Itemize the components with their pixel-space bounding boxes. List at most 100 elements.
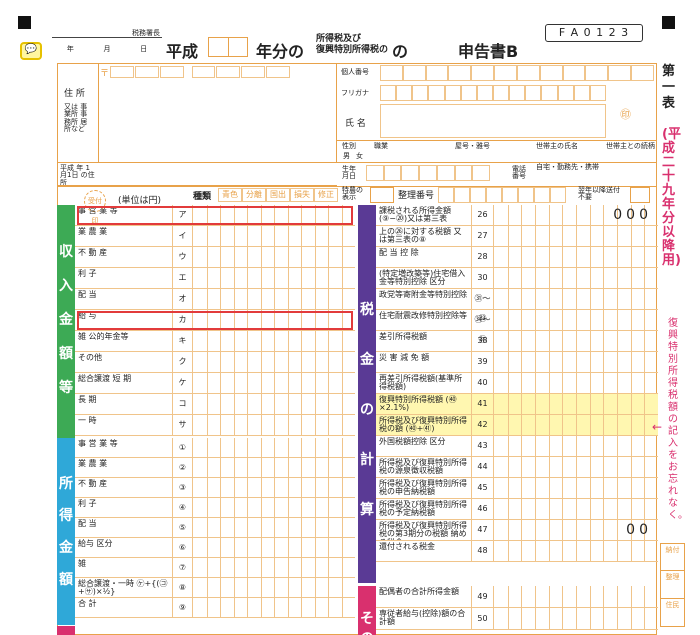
postal-code-boxes[interactable]: 〒: [100, 66, 291, 79]
income_section-row-1: 業 農 業イ: [75, 226, 355, 247]
year-input-box[interactable]: [208, 37, 248, 57]
income_section-row-amount-input[interactable]: [193, 331, 355, 351]
kinds-label: 種類: [193, 192, 212, 202]
kind-loss[interactable]: 損失: [290, 188, 314, 202]
shotoku_section-row-amount-input[interactable]: [193, 558, 355, 577]
phone-options[interactable]: 自宅・勤務先・携帯: [536, 163, 599, 171]
kinds-boxes[interactable]: 青色 分離 国出 損失 修正: [218, 188, 338, 202]
shotoku_section-row-amount-input[interactable]: [193, 438, 355, 457]
kind-separate[interactable]: 分離: [242, 188, 266, 202]
tax_section-row-16: 還付される税金 48: [376, 541, 658, 562]
shotoku-rows: 事 営 業 等①業 農 業②不 動 産③利 子④配 当 ⑤ 給与 区分 ⑥ 雑 ⑦ 総合譲渡…: [75, 438, 355, 618]
tax_section-row-amount-input[interactable]: [494, 247, 658, 267]
sheet-label: 第一表: [662, 64, 676, 111]
shotoku_section-row-8: 合 計⑨: [75, 598, 355, 618]
shotoku_section-row-mark: ④: [173, 498, 193, 517]
income_section-row-amount-input[interactable]: [193, 352, 355, 372]
my-number-boxes[interactable]: [380, 65, 654, 81]
income_section-row-amount-input[interactable]: [193, 373, 355, 393]
kind-foreign[interactable]: 国出: [266, 188, 290, 202]
head-relation-label: 世帯主との続柄: [606, 142, 655, 150]
other_section-row-amount-input[interactable]: [494, 586, 658, 607]
name-input[interactable]: [380, 104, 606, 138]
tax_section-row-mark: 30: [472, 268, 494, 288]
tax_section-row-label: 配 当 控 除: [376, 247, 472, 267]
income_section-row-label: 利 子: [75, 268, 173, 288]
tax_section-row-amount-input[interactable]: [494, 394, 658, 414]
tax_section-row-amount-input[interactable]: 000: [494, 205, 658, 225]
address-input[interactable]: [100, 82, 334, 160]
tax_section-row-amount-input[interactable]: [494, 352, 658, 372]
tax_section-row-amount-input[interactable]: [494, 415, 658, 435]
tax_section-row-amount-input[interactable]: [494, 373, 658, 393]
form-title: 申告書B: [458, 42, 519, 61]
tax_section-row-mark: 26: [472, 205, 494, 225]
tax_section-row-amount-input[interactable]: [494, 541, 658, 561]
tax_section-row-mark: 41: [472, 394, 494, 414]
month-label: 月: [103, 45, 111, 53]
reminder-arrow-icon: ←: [652, 420, 663, 434]
income_section-row-amount-input[interactable]: [193, 394, 355, 414]
ordinal-boxes[interactable]: [438, 187, 566, 203]
tax_section-row-amount-input[interactable]: [494, 457, 658, 477]
tax_section-row-11: 外国税額控除 区分 43: [376, 436, 658, 457]
tax_section-row-15: 所得税及び復興特別所得税の第3期分の税額 納める税金47 00: [376, 520, 658, 541]
shotoku_section-row-mark: ⑦: [173, 558, 193, 577]
reserve-checkbox[interactable]: [630, 187, 650, 203]
other-rows: 配偶者の合計所得金額 49 専従者給与(控除)額の合計額 50: [376, 586, 658, 630]
tax_section-row-amount-input[interactable]: [494, 226, 658, 246]
birth-label: 生年月日: [342, 165, 356, 181]
corner-marker-tr: [662, 16, 675, 29]
reminder-label: 復興特別所得税額の記入をお忘れなく。: [668, 318, 688, 521]
income_section-row-label: 雑 公的年金等: [75, 331, 173, 351]
tax_section-row-mark: ㉞〜㊲: [472, 310, 494, 344]
sex-female[interactable]: 女: [356, 152, 363, 160]
shotoku_section-row-amount-input[interactable]: [193, 458, 355, 477]
tax_section-row-value: 00: [626, 522, 652, 538]
tax_section-row-label: 所得税及び復興特別所得税の第3期分の税額 納める税金: [376, 520, 472, 540]
income_section-row-mark: キ: [173, 331, 193, 351]
shotoku_section-row-amount-input[interactable]: [193, 518, 355, 537]
tax_section-row-amount-input[interactable]: [494, 436, 658, 456]
tax_section-row-label: 還付される税金: [376, 541, 472, 561]
shotoku_section-row-amount-input[interactable]: [193, 538, 355, 557]
jan1-address-input[interactable]: [100, 165, 334, 183]
kind-amend[interactable]: 修正: [314, 188, 338, 202]
shotoku_section-row-1: 業 農 業②: [75, 458, 355, 478]
tax_section-row-label: 政党等寄附金等特別控除: [376, 289, 472, 309]
shotoku-section-label: 所得金額: [57, 438, 75, 625]
tax_section-row-amount-input[interactable]: [494, 478, 658, 498]
tax_section-row-amount-input[interactable]: [494, 310, 658, 330]
shotoku_section-row-amount-input[interactable]: [193, 498, 355, 517]
tax_section-row-mark: 28: [472, 247, 494, 267]
shotoku_section-row-amount-input[interactable]: [193, 478, 355, 497]
address-note: 又は 事業所 事務所 居所など: [64, 103, 88, 134]
birth-boxes[interactable]: [366, 165, 491, 181]
sex-male[interactable]: 男: [343, 152, 350, 160]
comment-icon[interactable]: 💬: [20, 42, 42, 60]
furigana-boxes[interactable]: [380, 85, 606, 101]
shotoku_section-row-3: 利 子④: [75, 498, 355, 518]
tax_section-row-amount-input[interactable]: [494, 331, 658, 351]
income_section-row-4: 配 当オ: [75, 289, 355, 310]
income_section-row-amount-input[interactable]: [193, 289, 355, 309]
tax_section-row-amount-input[interactable]: [494, 289, 658, 309]
other_section-row-label: 専従者給与(控除)額の合計額: [376, 608, 472, 629]
kind-blue[interactable]: 青色: [218, 188, 242, 202]
shotoku_section-row-amount-input[interactable]: [193, 598, 355, 617]
income_section-row-amount-input[interactable]: [193, 226, 355, 246]
other_section-row-amount-input[interactable]: [494, 608, 658, 629]
shotoku_section-row-amount-input[interactable]: [193, 578, 355, 597]
income_section-row-amount-input[interactable]: [193, 205, 355, 225]
income_section-row-amount-input[interactable]: [193, 415, 355, 435]
income_section-row-amount-input[interactable]: [193, 247, 355, 267]
tax_section-row-label: 所得税及び復興特別所得税の源泉徴収税額: [376, 457, 472, 477]
income_section-row-amount-input[interactable]: [193, 268, 355, 288]
tax_section-row-amount-input[interactable]: [494, 268, 658, 288]
income_section-row-label: 配 当: [75, 289, 173, 309]
income_section-row-amount-input[interactable]: [193, 310, 355, 330]
tax_section-row-amount-input[interactable]: 00: [494, 520, 658, 540]
income_section-row-mark: エ: [173, 268, 193, 288]
tax_section-row-4: 政党等寄附金等特別控除 ㉛〜㉝: [376, 289, 658, 323]
tax_section-row-amount-input[interactable]: [494, 499, 658, 519]
